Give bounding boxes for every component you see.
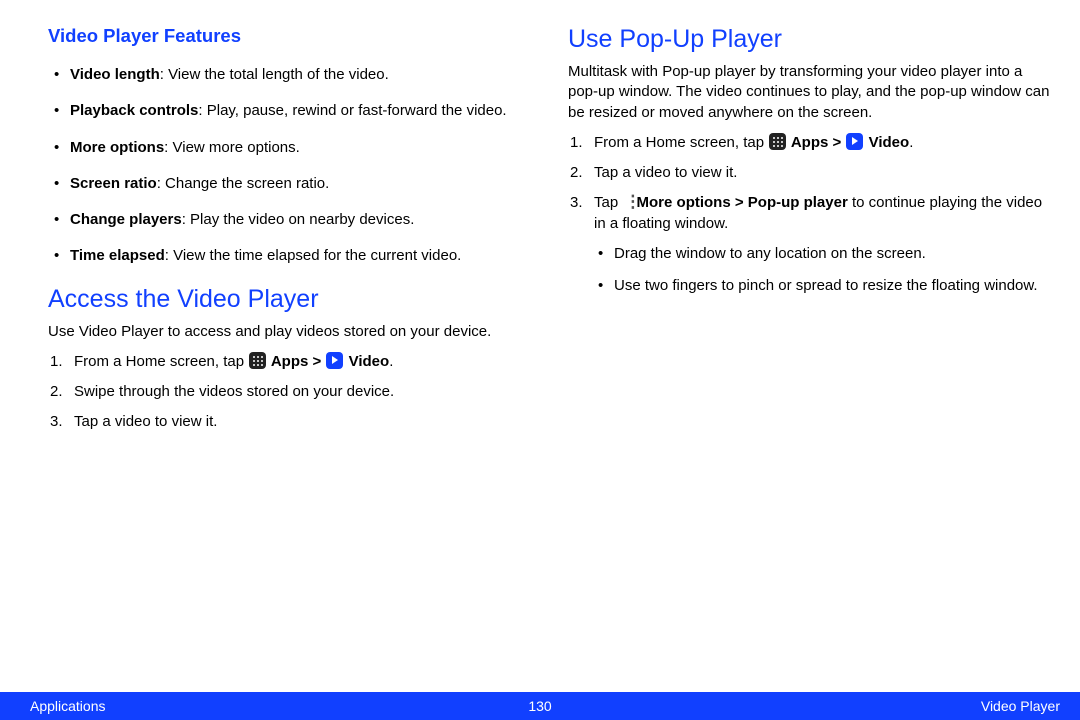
video-icon <box>846 133 863 150</box>
apps-icon <box>249 352 266 369</box>
step-item: Swipe through the videos stored on your … <box>48 382 530 402</box>
feature-item: Change players: Play the video on nearby… <box>48 210 530 230</box>
feature-item: Video length: View the total length of t… <box>48 65 530 85</box>
footer-left: Applications <box>30 698 106 714</box>
left-column: Video Player Features Video length: View… <box>48 25 530 690</box>
popup-intro: Multitask with Pop-up player by transfor… <box>568 62 1050 123</box>
step-item: Tap a video to view it. <box>568 163 1050 183</box>
footer-right: Video Player <box>981 698 1060 714</box>
access-heading: Access the Video Player <box>48 285 530 314</box>
step-item: Tap More options > Pop-up player to cont… <box>568 193 1050 296</box>
step-item: From a Home screen, tap Apps > Video. <box>48 352 530 372</box>
page-number: 130 <box>528 698 551 714</box>
feature-item: Time elapsed: View the time elapsed for … <box>48 246 530 266</box>
step-item: From a Home screen, tap Apps > Video. <box>568 133 1050 153</box>
page-content: Video Player Features Video length: View… <box>0 0 1080 690</box>
feature-item: More options: View more options. <box>48 138 530 158</box>
video-icon <box>326 352 343 369</box>
popup-steps: From a Home screen, tap Apps > Video. Ta… <box>568 133 1050 297</box>
feature-item: Screen ratio: Change the screen ratio. <box>48 174 530 194</box>
right-column: Use Pop-Up Player Multitask with Pop-up … <box>568 25 1050 690</box>
features-list: Video length: View the total length of t… <box>48 65 530 267</box>
access-steps: From a Home screen, tap Apps > Video. Sw… <box>48 352 530 433</box>
features-heading: Video Player Features <box>48 25 530 47</box>
access-intro: Use Video Player to access and play vide… <box>48 322 530 342</box>
more-options-icon <box>623 193 631 210</box>
step-item: Tap a video to view it. <box>48 412 530 432</box>
sub-bullet: Drag the window to any location on the s… <box>592 244 1050 264</box>
popup-heading: Use Pop-Up Player <box>568 25 1050 54</box>
popup-sub-bullets: Drag the window to any location on the s… <box>592 244 1050 297</box>
sub-bullet: Use two fingers to pinch or spread to re… <box>592 276 1050 296</box>
footer-bar: Applications 130 Video Player <box>0 692 1080 720</box>
feature-item: Playback controls: Play, pause, rewind o… <box>48 101 530 121</box>
apps-icon <box>769 133 786 150</box>
